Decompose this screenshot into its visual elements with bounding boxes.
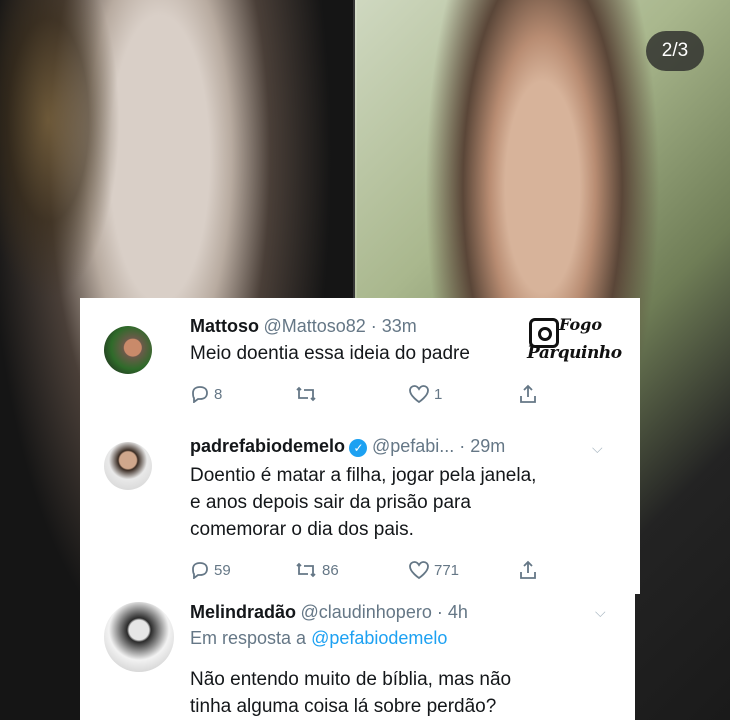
tweet-actions: 59 86 771 [190, 560, 538, 580]
author-name[interactable]: padrefabiodemelo [190, 436, 345, 456]
share-button[interactable] [518, 560, 538, 580]
share-button[interactable] [518, 384, 538, 404]
author-handle[interactable]: @claudinhopero · 4h [300, 602, 467, 622]
chevron-down-icon[interactable]: ⌵ [595, 604, 606, 621]
retweet-button[interactable] [294, 384, 408, 404]
page-indicator-badge: 2/3 [646, 31, 704, 71]
avatar[interactable] [104, 602, 174, 672]
author-handle[interactable]: @Mattoso82 · 33m [263, 316, 416, 336]
author-handle[interactable]: @pefabi... · 29m [372, 436, 505, 456]
page-indicator-text: 2/3 [661, 40, 689, 61]
tweet-text-line: Meio doentia essa ideia do padre [190, 343, 470, 364]
tweet-text: Doentio é matar a filha, jogar pela jane… [190, 462, 536, 543]
reply-context: Em resposta a @pefabiodemelo [190, 628, 447, 649]
reply-icon [192, 562, 208, 579]
tweet-text: Meio doentia essa ideia do padre [190, 340, 470, 367]
reply-count: 8 [214, 385, 223, 403]
tweet-text-line: tinha alguma coisa lá sobre perdão? [190, 696, 497, 717]
heart-icon [409, 385, 429, 404]
tweet-2[interactable]: padrefabiodemelo ✓ @pefabi... · 29m ⌵ Do… [80, 418, 640, 594]
tweet-text: Não entendo muito de bíblia, mas não tin… [190, 666, 511, 720]
share-icon [520, 560, 536, 579]
reply-button[interactable]: 59 [190, 560, 294, 580]
like-button[interactable]: 771 [408, 560, 518, 580]
watermark-logo: Fogo Parquinho [525, 315, 635, 367]
retweet-button[interactable]: 86 [294, 560, 408, 580]
verified-badge-icon: ✓ [349, 438, 368, 457]
author-name[interactable]: Melindradão [190, 602, 296, 622]
reply-button[interactable]: 8 [190, 384, 294, 404]
reply-to-link[interactable]: @pefabiodemelo [311, 628, 447, 648]
reply-count: 59 [214, 561, 231, 579]
retweet-icon [296, 562, 316, 578]
reply-icon [192, 386, 208, 403]
retweet-count: 86 [322, 561, 339, 579]
tweet-text-line: Não entendo muito de bíblia, mas não [190, 669, 512, 690]
author-name[interactable]: Mattoso [190, 316, 259, 336]
watermark-line1: Fogo [559, 315, 603, 334]
photo-divider [353, 0, 357, 300]
like-count: 771 [434, 561, 460, 579]
watermark-line2: Parquinho [527, 343, 622, 363]
tweet-3[interactable]: Melindradão @claudinhopero · 4h ⌵ Em res… [80, 594, 635, 720]
avatar[interactable] [104, 326, 152, 374]
heart-icon [409, 561, 429, 580]
chevron-down-icon[interactable]: ⌵ [592, 440, 603, 457]
tweet-text-line: Doentio é matar a filha, jogar pela jane… [190, 465, 537, 486]
tweet-actions: 8 1 [190, 384, 538, 404]
like-count: 1 [434, 385, 443, 403]
retweet-icon [296, 386, 316, 402]
share-icon [520, 384, 536, 403]
reply-prefix: Em resposta a [190, 628, 307, 648]
tweet-text-line: e anos depois sair da prisão para [190, 492, 471, 513]
like-button[interactable]: 1 [408, 384, 518, 404]
avatar[interactable] [104, 442, 152, 490]
tweet-text-line: comemorar o dia dos pais. [190, 519, 414, 540]
